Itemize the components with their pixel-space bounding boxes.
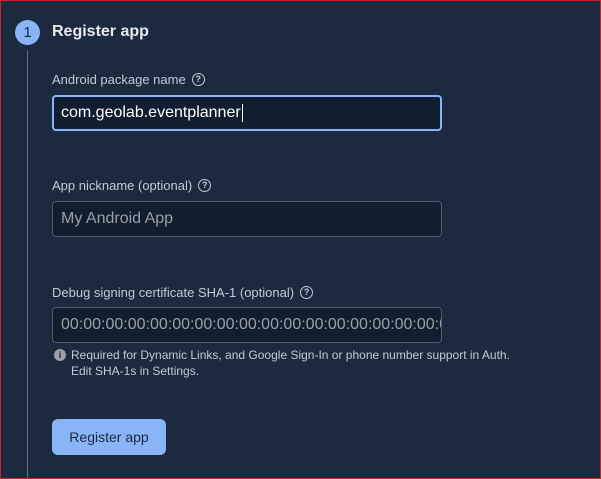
nickname-input[interactable]: My Android App xyxy=(52,201,442,237)
sha1-input[interactable]: 00:00:00:00:00:00:00:00:00:00:00:00:00:0… xyxy=(52,307,442,343)
package-name-help-icon[interactable]: ? xyxy=(191,73,205,86)
info-icon: i xyxy=(54,349,66,361)
nickname-placeholder: My Android App xyxy=(61,210,174,227)
sha1-hint-text: Required for Dynamic Links, and Google S… xyxy=(71,347,531,379)
nickname-label-text: App nickname (optional) xyxy=(52,178,193,193)
sha1-help-icon[interactable]: ? xyxy=(300,286,314,299)
sha1-placeholder: 00:00:00:00:00:00:00:00:00:00:00:00:00:0… xyxy=(61,316,441,333)
package-name-label-text: Android package name xyxy=(52,72,186,87)
register-app-button[interactable]: Register app xyxy=(52,419,166,455)
sha1-label-text: Debug signing certificate SHA-1 (optiona… xyxy=(52,285,295,300)
sha1-label: Debug signing certificate SHA-1 (optiona… xyxy=(52,285,314,300)
step-connector-line xyxy=(27,50,28,479)
package-name-label: Android package name ? xyxy=(52,72,205,87)
sha1-hint-line-2: Edit SHA-1s in Settings. xyxy=(71,364,200,378)
nickname-help-icon[interactable]: ? xyxy=(198,179,212,192)
step-number-badge: 1 xyxy=(15,20,40,45)
nickname-label: App nickname (optional) ? xyxy=(52,178,212,193)
text-cursor xyxy=(241,103,243,122)
sha1-hint-line-1: Required for Dynamic Links, and Google S… xyxy=(71,348,510,362)
step-title: Register app xyxy=(52,23,149,40)
sha1-hint: i Required for Dynamic Links, and Google… xyxy=(54,347,531,379)
package-name-value: com.geolab.eventplanner xyxy=(61,104,241,121)
package-name-input[interactable]: com.geolab.eventplanner xyxy=(52,95,442,131)
